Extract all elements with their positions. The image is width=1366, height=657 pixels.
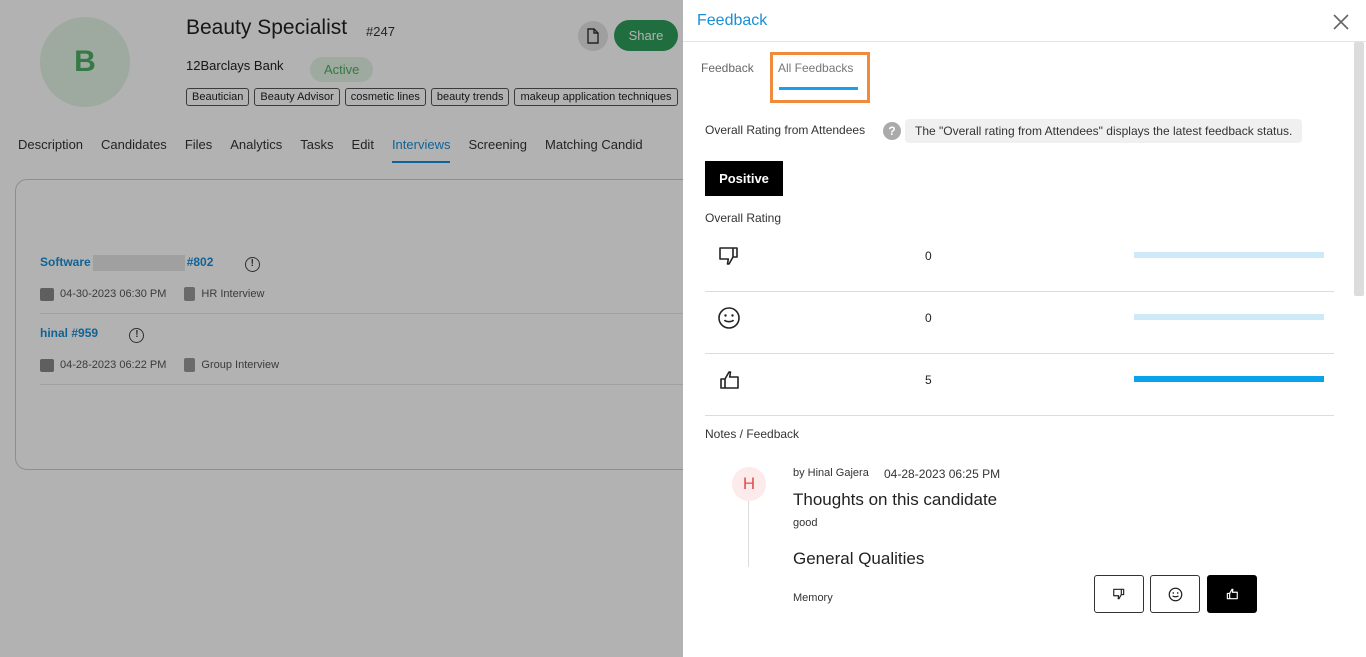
qualities-heading: General Qualities (793, 549, 925, 568)
notes-feedback-label: Notes / Feedback (705, 427, 800, 441)
overall-status-badge: Positive (705, 161, 783, 196)
note-heading: Thoughts on this candidate (793, 490, 998, 509)
thumbs-up-icon (1226, 588, 1238, 600)
quality-neutral-button[interactable] (1150, 575, 1200, 613)
rating-bar (1134, 314, 1324, 320)
rating-bar (1134, 376, 1324, 382)
scrollbar[interactable] (1354, 42, 1364, 296)
smiley-icon (718, 307, 740, 329)
thumbs-down-icon (719, 247, 738, 265)
timeline-line (748, 501, 749, 567)
rating-count: 5 (925, 373, 932, 387)
drawer-header: Feedback (683, 0, 1366, 42)
rating-bar-fill (1134, 376, 1324, 382)
note-date: 04-28-2023 06:25 PM (884, 467, 1001, 481)
quality-thumbs-up-button[interactable] (1207, 575, 1257, 613)
quality-item: Memory (793, 592, 833, 604)
close-icon[interactable] (1331, 12, 1351, 32)
highlight-annotation (770, 52, 870, 103)
note-author-avatar: H (732, 467, 766, 501)
smiley-icon (1168, 587, 1182, 601)
overall-rating-label: Overall Rating (705, 211, 782, 225)
help-tooltip: The "Overall rating from Attendees" disp… (905, 119, 1303, 143)
note-author: by Hinal Gajera (793, 467, 869, 479)
rating-row-negative: 0 (705, 230, 1334, 292)
thumbs-up-icon (720, 371, 739, 389)
drawer-title: Feedback (697, 12, 768, 29)
quality-thumbs-down-button[interactable] (1094, 575, 1144, 613)
thumbs-down-icon (1113, 588, 1125, 600)
rating-bar (1134, 252, 1324, 258)
rating-row-positive: 5 (705, 354, 1334, 416)
feedback-drawer: Feedback Feedback All Feedbacks Overall … (683, 0, 1366, 657)
overall-rating-attendees-label: Overall Rating from Attendees (705, 123, 866, 137)
rating-count: 0 (925, 311, 932, 325)
rating-row-neutral: 0 (705, 292, 1334, 354)
help-icon[interactable]: ? (883, 122, 901, 140)
rating-count: 0 (925, 249, 932, 263)
tab-feedback[interactable]: Feedback (701, 61, 754, 75)
note-body: good (793, 517, 818, 529)
